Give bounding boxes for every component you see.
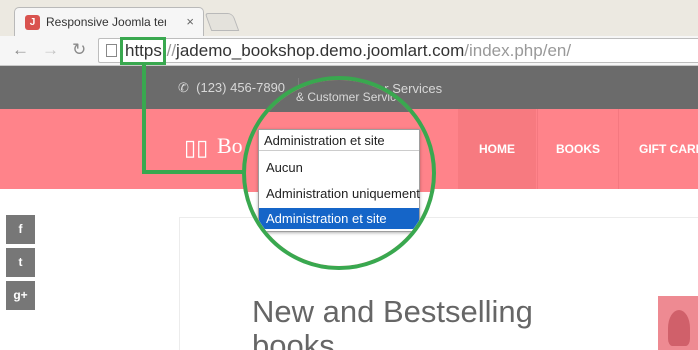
new-tab-button[interactable]	[204, 13, 240, 31]
dropdown-current-value[interactable]: Administration et site	[264, 133, 385, 148]
admin-site-dropdown[interactable]: Administration et site Aucun Administrat…	[258, 129, 420, 232]
https-highlight-box	[120, 37, 166, 65]
browser-toolbar: ← → ↻ https://jademo_bookshop.demo.jooml…	[0, 36, 698, 66]
forward-arrow-icon[interactable]: →	[42, 40, 59, 60]
nav-books[interactable]: BOOKS	[537, 109, 619, 189]
twitter-icon[interactable]: t	[6, 248, 35, 277]
back-arrow-icon[interactable]: ←	[12, 40, 29, 60]
book-cover-image[interactable]	[658, 296, 698, 350]
google-plus-icon[interactable]: g+	[6, 281, 35, 310]
reload-icon[interactable]: ↻	[72, 40, 86, 60]
tab-title: Responsive Joomla template	[46, 15, 166, 29]
joomla-favicon-icon: J	[25, 15, 40, 30]
section-headline: New and Bestselling books	[252, 294, 533, 350]
browser-tab-bar: J Responsive Joomla template ×	[0, 0, 698, 36]
book-logo-icon[interactable]: ▯▯	[184, 135, 208, 161]
nav-home[interactable]: HOME	[458, 109, 536, 189]
book-cover-figure	[668, 310, 690, 346]
url-host: jademo_bookshop.demo.joomlart.com	[176, 41, 465, 60]
address-bar[interactable]: https://jademo_bookshop.demo.joomlart.co…	[98, 38, 698, 63]
url-slashes: //	[166, 41, 177, 60]
dropdown-divider	[259, 150, 419, 151]
dropdown-option-admin-only[interactable]: Administration uniquement	[259, 183, 420, 204]
magnified-services-text: & Customer Services	[296, 90, 409, 104]
url-path: /index.php/en/	[464, 41, 572, 60]
magnified-top-bar: & Customer Services	[246, 80, 432, 112]
callout-connector-horizontal	[142, 170, 246, 174]
nav-gift-card[interactable]: GIFT CARD	[620, 109, 698, 189]
close-tab-icon[interactable]: ×	[186, 14, 194, 29]
zoom-magnifier: & Customer Services Administration et si…	[242, 76, 436, 270]
site-logo-text[interactable]: Bo	[217, 133, 243, 159]
browser-tab[interactable]: J Responsive Joomla template ×	[14, 7, 204, 36]
page-icon	[106, 44, 117, 57]
dropdown-option-aucun[interactable]: Aucun	[259, 157, 419, 178]
callout-connector-vertical	[142, 64, 146, 173]
dropdown-option-admin-and-site[interactable]: Administration et site	[259, 208, 419, 229]
phone-icon: ✆	[178, 80, 189, 95]
url-text: https://jademo_bookshop.demo.joomlart.co…	[125, 41, 571, 61]
facebook-icon[interactable]: f	[6, 215, 35, 244]
